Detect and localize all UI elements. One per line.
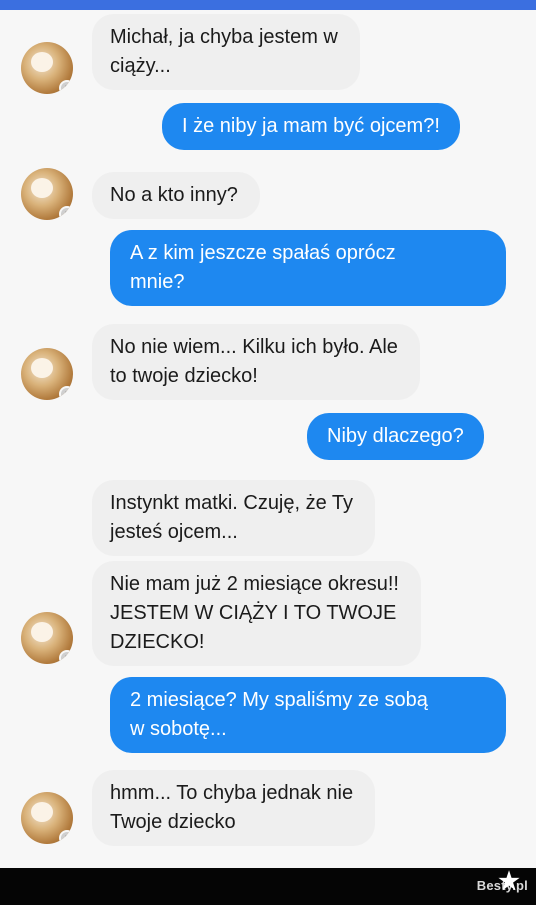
message-line: No nie wiem... Kilku ich było. Ale — [110, 336, 398, 358]
top-bar — [0, 0, 536, 10]
contact-avatar[interactable] — [21, 612, 73, 664]
contact-avatar[interactable] — [21, 168, 73, 220]
message-line: hmm... To chyba jednak nie — [110, 782, 354, 804]
contact-avatar[interactable] — [21, 42, 73, 94]
message-outgoing: A z kim jeszcze spałaś oprócz mnie? — [110, 230, 506, 306]
message-line: ciąży... — [110, 55, 171, 77]
message-line: Twoje dziecko — [110, 811, 236, 833]
message-incoming: Nie mam już 2 miesiące okresu!! JESTEM W… — [92, 561, 421, 666]
messenger-badge-icon — [59, 80, 73, 94]
message-line: w sobotę... — [130, 718, 227, 740]
messenger-badge-icon — [59, 206, 73, 220]
messenger-badge-icon — [59, 650, 73, 664]
message-line: mnie? — [130, 271, 185, 293]
message-outgoing: I że niby ja mam być ojcem?! — [162, 103, 460, 150]
message-outgoing: Niby dlaczego? — [307, 413, 484, 460]
message-line: A z kim jeszcze spałaś oprócz — [130, 242, 396, 264]
message-line: I że niby ja mam być ojcem?! — [182, 115, 440, 137]
message-incoming: Michał, ja chyba jestem w ciąży... — [92, 14, 360, 90]
message-incoming: Instynkt matki. Czuję, że Ty jesteś ojce… — [92, 480, 376, 556]
message-line: Niby dlaczego? — [327, 425, 464, 447]
message-line: DZIECKO! — [110, 631, 205, 653]
messenger-badge-icon — [59, 386, 73, 400]
message-line: JESTEM W CIĄŻY I TO TWOJE — [110, 602, 397, 624]
conversation: Michał, ja chyba jestem w ciąży... I że … — [0, 10, 536, 868]
message-incoming: No nie wiem... Kilku ich było. Ale to tw… — [92, 324, 420, 400]
star-icon: ★ — [498, 868, 520, 895]
message-line: No a kto inny? — [110, 184, 238, 206]
footer-bar: Besty.pl ★ — [0, 868, 536, 905]
messenger-badge-icon — [59, 830, 73, 844]
message-incoming: No a kto inny? — [92, 172, 260, 219]
message-line: Nie mam już 2 miesiące okresu!! — [110, 573, 399, 595]
contact-avatar[interactable] — [21, 348, 73, 400]
message-line: 2 miesiące? My spaliśmy ze sobą — [130, 689, 428, 711]
contact-avatar[interactable] — [21, 792, 73, 844]
message-outgoing: 2 miesiące? My spaliśmy ze sobą w sobotę… — [110, 677, 506, 753]
message-line: jesteś ojcem... — [110, 521, 238, 543]
message-line: Michał, ja chyba jestem w — [110, 26, 338, 48]
message-line: Instynkt matki. Czuję, że Ty — [110, 492, 354, 514]
watermark-logo: Besty.pl ★ — [477, 870, 528, 894]
message-line: to twoje dziecko! — [110, 365, 258, 387]
message-incoming: hmm... To chyba jednak nie Twoje dziecko — [92, 770, 376, 846]
